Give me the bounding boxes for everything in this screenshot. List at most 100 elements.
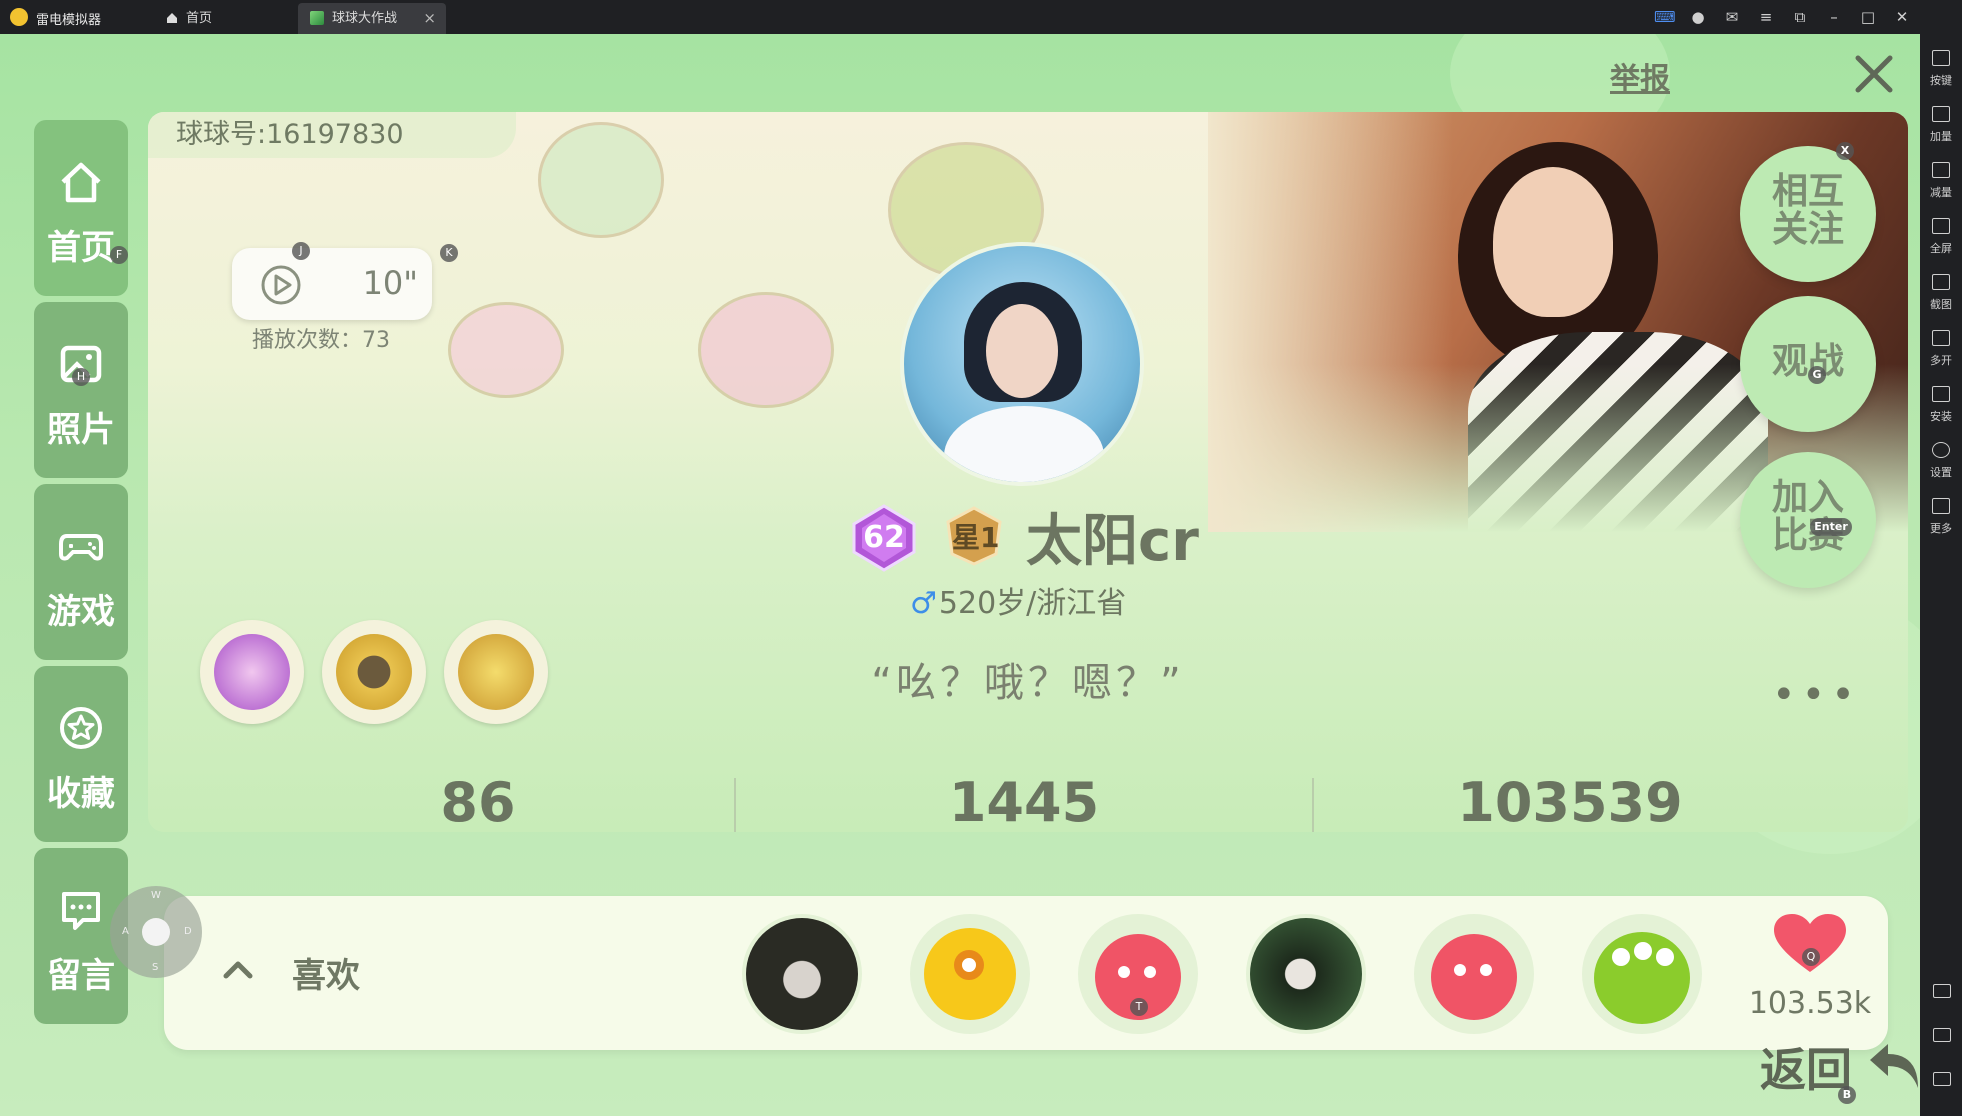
toolbar-volume-down-button[interactable]: 减量	[1920, 152, 1962, 206]
tab-home[interactable]: 首页	[150, 3, 290, 34]
voice-duration: 10"	[362, 264, 418, 302]
nav-photos-label: 照片	[47, 410, 115, 450]
liker-avatar[interactable]	[910, 914, 1030, 1034]
gear-icon	[1932, 442, 1950, 458]
mutual-follow-button[interactable]: 相互 关注 X	[1740, 142, 1876, 282]
gamepad-mode-icon[interactable]: ⌨	[1654, 7, 1676, 27]
multi-instance-icon	[1932, 330, 1950, 346]
key-hint: G	[1808, 366, 1826, 384]
tab-home-label: 首页	[186, 11, 213, 26]
ball-eye	[1656, 948, 1674, 966]
age-region: 520岁/浙江省	[938, 586, 1127, 621]
return-arrow-icon	[1870, 1044, 1918, 1088]
heart-icon	[1774, 914, 1846, 972]
stat-fans[interactable]: 1445 粉丝	[824, 774, 1224, 832]
likes-label: 喜欢	[292, 956, 360, 996]
emulator-titlebar: 雷电模拟器 首页 球球大作战 × ⌨ ● ✉ ≡ ⧉ – □ ✕	[0, 0, 1962, 34]
toolbar-install-button[interactable]: 安装	[1920, 376, 1962, 430]
stat-value: 1445	[948, 771, 1100, 832]
volume-up-icon	[1932, 106, 1950, 122]
decoration-bubble	[698, 292, 834, 408]
toolbar-label: 安装	[1930, 410, 1952, 423]
toolbar-label: 加量	[1930, 130, 1952, 143]
back-label: 返回	[1760, 1043, 1852, 1097]
nav-games-button[interactable]: 游戏	[34, 484, 128, 660]
spectate-button[interactable]: 观战 G	[1740, 296, 1876, 432]
joystick-knob[interactable]	[142, 918, 170, 946]
liker-avatar[interactable]	[1582, 914, 1702, 1034]
toolbar-label: 更多	[1930, 522, 1952, 535]
toolbar-settings-button[interactable]: 设置	[1920, 432, 1962, 486]
emulator-app-name: 雷电模拟器	[36, 13, 102, 28]
key-hint: J	[292, 242, 310, 260]
minimize-icon[interactable]: –	[1824, 7, 1844, 27]
divider	[1312, 778, 1314, 832]
liker-avatar[interactable]	[1246, 914, 1366, 1034]
user-avatar-icon[interactable]: ●	[1688, 7, 1708, 27]
key-hint: X	[1836, 142, 1854, 160]
action-label: 加入	[1771, 477, 1844, 518]
restore-window-icon[interactable]: ⧉	[1790, 7, 1810, 27]
close-icon[interactable]	[1852, 52, 1896, 96]
key-hint: T	[1130, 998, 1148, 1016]
toolbar-label: 按键	[1930, 74, 1952, 87]
more-icon	[1932, 498, 1950, 514]
toolbar-label: 设置	[1930, 466, 1952, 479]
stat-value: 103539	[1457, 771, 1683, 832]
join-match-button[interactable]: 加入 比赛 Enter	[1740, 452, 1876, 588]
play-icon[interactable]	[260, 264, 302, 306]
back-button[interactable]: 返回 B	[1760, 1034, 1918, 1104]
liker-photo	[746, 918, 858, 1030]
toolbar-fullscreen-button[interactable]: 全屏	[1920, 208, 1962, 262]
toolbar-multi-button[interactable]: 多开	[1920, 320, 1962, 374]
stat-following[interactable]: 86 关注	[278, 774, 678, 832]
star-icon	[60, 707, 102, 749]
toolbar-label: 多开	[1930, 354, 1952, 367]
joystick-key: W	[151, 890, 161, 901]
nav-photos-button[interactable]: 照片 H	[34, 302, 128, 478]
nav-messages-label: 留言	[47, 956, 115, 996]
tab-game[interactable]: 球球大作战 ×	[298, 3, 446, 34]
rank-value: 星1	[952, 521, 1000, 554]
android-back-icon[interactable]	[1933, 984, 1951, 998]
liker-avatar[interactable]	[742, 914, 862, 1034]
toolbar-more-button[interactable]: 更多	[1920, 488, 1962, 542]
toolbar-label: 截图	[1930, 298, 1952, 311]
likes-panel: 喜欢 T Q 103.53k	[164, 896, 1888, 1050]
ball-eye	[1144, 966, 1156, 978]
tab-close-icon[interactable]: ×	[423, 3, 436, 34]
close-window-icon[interactable]: ✕	[1892, 7, 1912, 27]
emulator-logo-icon	[10, 8, 28, 26]
nav-home-button[interactable]: 首页 F	[34, 120, 128, 296]
mail-icon[interactable]: ✉	[1722, 7, 1742, 27]
stat-likes[interactable]: 103539 喜欢	[1370, 774, 1770, 832]
toolbar-screenshot-button[interactable]: 截图	[1920, 264, 1962, 318]
menu-icon[interactable]: ≡	[1756, 7, 1776, 27]
more-options-icon[interactable]: •••	[1772, 672, 1861, 718]
maximize-icon[interactable]: □	[1858, 7, 1878, 27]
toolbar-keys-button[interactable]: 按键	[1920, 40, 1962, 94]
game-screen: 举报 首页 F 照片 H 游戏 收藏 留言 球球号:16197830 10" J…	[0, 34, 1920, 1116]
gamepad-icon	[59, 534, 103, 561]
key-hint: F	[110, 246, 128, 264]
virtual-joystick[interactable]: W A D S	[110, 886, 202, 978]
key-hint: H	[72, 368, 90, 386]
ball-eye	[1480, 964, 1492, 976]
ball-eye	[1454, 964, 1466, 976]
voice-intro-bubble[interactable]: 10" J K	[232, 242, 458, 320]
action-label: 关注	[1771, 209, 1844, 250]
android-home-icon[interactable]	[1933, 1028, 1951, 1042]
total-likes[interactable]: Q 103.53k	[1740, 912, 1880, 1021]
scissors-icon	[1932, 274, 1950, 290]
liker-avatar[interactable]	[1414, 914, 1534, 1034]
liker-avatar[interactable]: T	[1078, 914, 1198, 1034]
nav-favorites-button[interactable]: 收藏	[34, 666, 128, 842]
avatar-face	[986, 304, 1058, 398]
report-link[interactable]: 举报	[1610, 54, 1670, 98]
toolbar-volume-up-button[interactable]: 加量	[1920, 96, 1962, 150]
key-hint: Q	[1802, 948, 1820, 966]
avatar[interactable]	[900, 242, 1144, 486]
android-recents-icon[interactable]	[1933, 1072, 1951, 1086]
joystick-key: A	[122, 926, 129, 937]
chevron-up-icon[interactable]	[220, 952, 256, 988]
